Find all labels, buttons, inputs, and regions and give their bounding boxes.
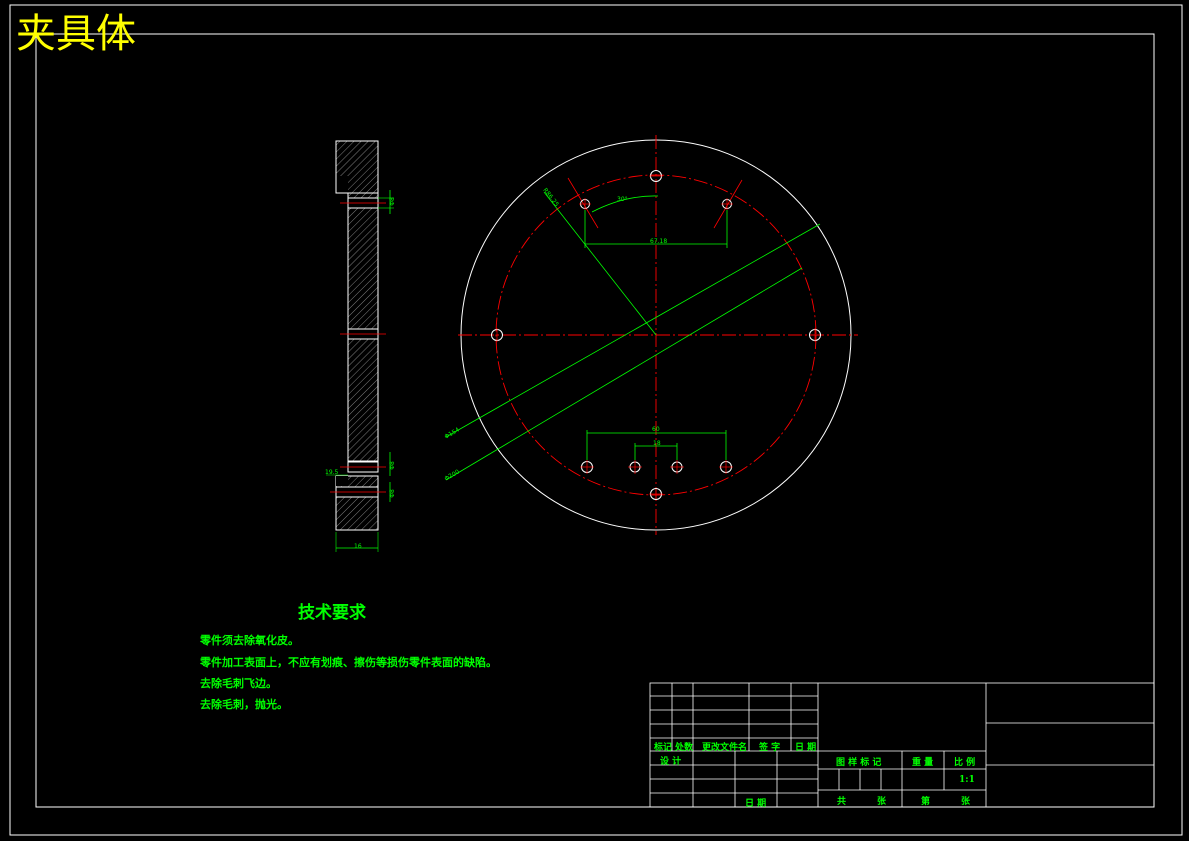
dim-side-hole-lower-b: Φ8 [388,489,396,498]
tech-requirement-item: 去除毛刺，抛光。 [200,698,288,711]
dim-side-hole-upper: Φ8 [388,197,396,206]
dim-bottom-span-inner: 18 [653,440,661,447]
tb-change-doc: 更改文件名 [702,743,748,753]
tb-scale-label: 比 例 [954,758,976,768]
drawing-title: 夹具体 [16,11,136,57]
front-view [445,135,858,535]
tb-signature: 签 字 [759,743,781,753]
tb-weight: 重 量 [912,758,934,768]
tech-requirement-item: 零件加工表面上，不应有划痕、擦伤等损伤零件表面的缺陷。 [200,656,497,669]
tb-sheet-unit: 张 [877,797,887,807]
tb-scale-value: 1:1 [959,775,975,785]
dim-angle: 30° [617,196,628,203]
dim-top-span: 67.18 [650,238,668,245]
tb-designer: 设 计 [660,757,682,767]
tb-sheet-total: 共 [837,797,847,807]
side-view [326,140,394,552]
tb-stage-mark: 图 样 标 记 [836,758,882,768]
tech-requirement-item: 去除毛刺飞边。 [200,677,277,690]
tb-count: 处数 [675,743,694,753]
drawing-sheet [9,4,1183,836]
tb-sheet-unit2: 张 [961,797,971,807]
dim-bottom-span-outer: 60 [652,426,660,433]
dim-side-hole-lower-a: Φ8 [388,461,396,470]
dim-side-offset: 19.5 [325,469,339,476]
tech-requirement-item: 零件须去除氧化皮。 [200,634,299,647]
tech-requirements-title: 技术要求 [298,603,366,623]
tb-mark: 标记 [654,743,673,753]
tb-approve-date: 日 期 [745,799,767,809]
tb-date: 日 期 [795,743,817,753]
outer-frame [9,4,1183,836]
tb-sheet-no: 第 [921,797,931,807]
dim-side-thickness: 16 [354,543,362,550]
